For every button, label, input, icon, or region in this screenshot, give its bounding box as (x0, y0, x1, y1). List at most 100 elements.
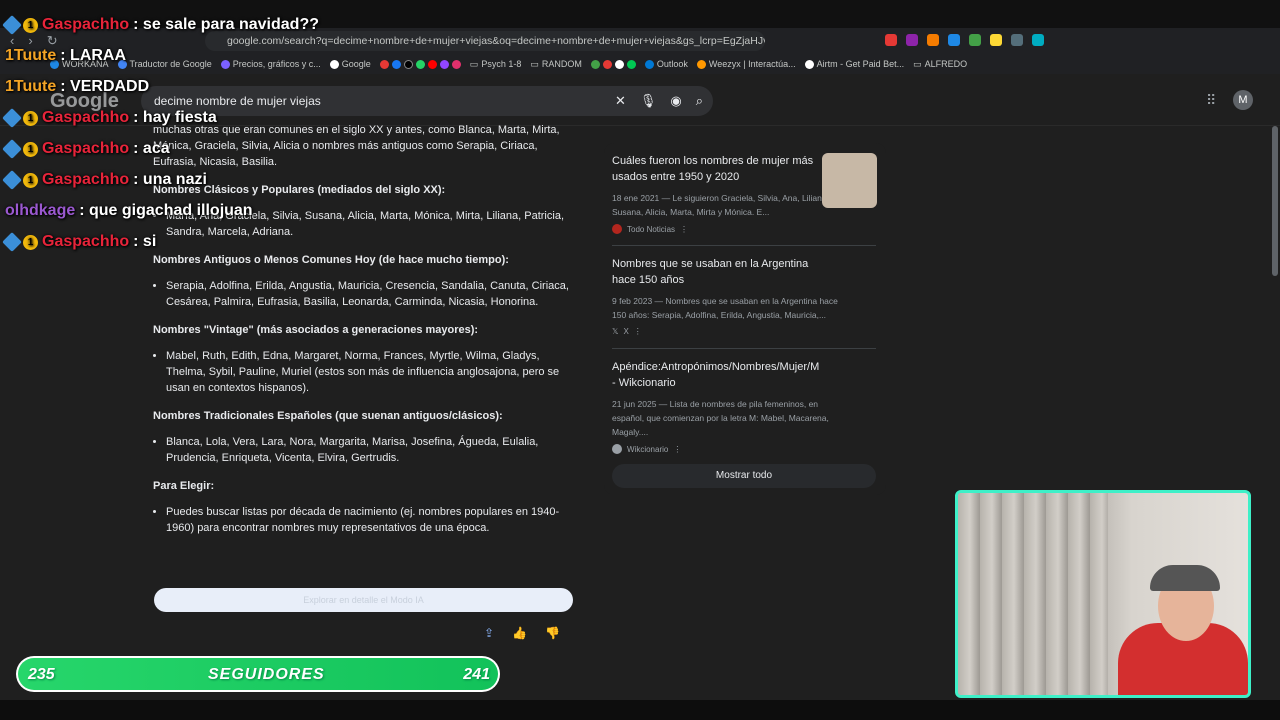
webcam-overlay (955, 490, 1251, 698)
chat-message: 1 Gaspachho: hay fiesta (2, 108, 217, 128)
extension-icon[interactable] (969, 34, 981, 46)
badge-icon (2, 232, 22, 252)
bookmark-item[interactable] (590, 59, 636, 69)
section-heading: Nombres Antiguos o Menos Comunes Hoy (de… (153, 254, 509, 266)
twitch-icon (439, 59, 449, 69)
source-card[interactable]: Nombres que se usaban en la Argentina ha… (612, 256, 876, 336)
facebook-icon (391, 59, 401, 69)
search-input[interactable]: decime nombre de mujer viejas ✕ 🎙 ◉ ⌕ (141, 86, 713, 116)
thumbs-up-icon[interactable]: 👍 (512, 626, 527, 640)
bookmark-item[interactable]: Outlook (644, 59, 688, 69)
search-actions: ✕ 🎙 ◉ ⌕ (615, 93, 703, 109)
airtm-icon (804, 59, 814, 69)
source-desc: 21 jun 2025 — Lista de nombres de pila f… (612, 399, 829, 437)
folder-icon: ▭ (913, 58, 922, 69)
badge-icon (2, 170, 22, 190)
followers-goal-fill: 235 SEGUIDORES 241 (18, 658, 498, 690)
bookmark-item[interactable]: Google (329, 59, 371, 69)
ai-intro: muchas otras que eran comunes en el sigl… (153, 124, 560, 168)
scrollbar[interactable] (1272, 126, 1278, 276)
more-icon[interactable]: ⋮ (634, 327, 642, 336)
extension-icon[interactable] (1011, 34, 1023, 46)
divider (612, 348, 876, 349)
url-field[interactable]: google.com/search?q=decime+nombre+de+muj… (205, 31, 765, 51)
bookmark-folder[interactable]: ▭ Psych 1-8 (470, 59, 522, 70)
folder-icon: ▭ (469, 58, 479, 69)
source-desc: 18 ene 2021 — Le siguieron Graciela, Sil… (612, 193, 829, 217)
source-card[interactable]: Cuáles fueron los nombres de mujer más u… (612, 153, 877, 234)
source-site: Wikcionario ⋮ (612, 444, 876, 454)
webcam-curtain (958, 493, 1108, 695)
chat-message: 1 Gaspachho: aca (2, 139, 170, 159)
search-query: decime nombre de mujer viejas (154, 94, 321, 108)
bookmark-folder[interactable]: ▭ ALFREDO (913, 59, 967, 70)
bookmark-icon (379, 59, 389, 69)
more-icon[interactable]: ⋮ (673, 445, 681, 454)
thumbs-down-icon[interactable]: 👎 (545, 626, 560, 640)
source-title[interactable]: Cuáles fueron los nombres de mujer más u… (612, 153, 817, 185)
extension-icon[interactable] (927, 34, 939, 46)
instagram-icon (451, 59, 461, 69)
bookmark-item[interactable]: Weezyx | Interactúa... (696, 59, 796, 69)
section-heading: Nombres Tradicionales Españoles (que sue… (153, 410, 503, 422)
followers-label: SEGUIDORES (208, 666, 325, 683)
avatar[interactable]: M (1233, 90, 1253, 110)
source-title[interactable]: Apéndice:Antropónimos/Nombres/Mujer/M - … (612, 359, 819, 391)
extension-icon[interactable] (948, 34, 960, 46)
bookmark-icon (602, 59, 612, 69)
more-icon[interactable]: ⋮ (680, 225, 688, 234)
divider (612, 245, 876, 246)
feedback-actions: ⇪ 👍 👎 (484, 626, 560, 640)
section-heading: Para Elegir: (153, 480, 215, 492)
lens-icon[interactable]: ◉ (670, 93, 681, 109)
list-item: Puedes buscar listas por década de nacim… (166, 504, 573, 536)
explore-ai-mode-button[interactable]: Explorar en detalle el Modo IA (154, 588, 573, 612)
list-item: Blanca, Lola, Vera, Lara, Nora, Margarit… (166, 434, 573, 466)
whatsapp-icon (415, 59, 425, 69)
list-item: Serapia, Adolfina, Erilda, Angustia, Mau… (166, 278, 573, 310)
bookmarks-bar: WORKANA Traductor de Google Precios, grá… (0, 54, 1280, 74)
show-all-button[interactable]: Mostrar todo (612, 464, 876, 488)
x-icon: 𝕏 (612, 327, 619, 336)
bookmark-item[interactable]: Airtm - Get Paid Bet... (804, 59, 904, 69)
chat-message: 1 Gaspachho: se sale para navidad?? (2, 15, 319, 35)
section-heading: Nombres Clásicos y Populares (mediados d… (153, 184, 446, 196)
bookmark-item[interactable]: Traductor de Google (117, 59, 212, 69)
mic-icon[interactable]: 🎙 (640, 93, 657, 109)
badge-icon: 1 (23, 110, 38, 126)
source-title[interactable]: Nombres que se usaban en la Argentina ha… (612, 256, 817, 288)
extension-icon[interactable] (906, 34, 918, 46)
badge-icon (2, 15, 22, 35)
followers-goal: 241 (463, 666, 490, 683)
site-icon (612, 224, 622, 234)
extension-icon[interactable] (990, 34, 1002, 46)
apps-grid-icon[interactable]: ⠿ (1206, 92, 1216, 109)
sources-panel: Cuáles fueron los nombres de mujer más u… (604, 143, 886, 495)
source-card[interactable]: Apéndice:Antropónimos/Nombres/Mujer/M - … (612, 359, 876, 454)
chat-message: olhdkage: que gigachad illojuan (5, 202, 253, 219)
followers-current: 235 (28, 666, 55, 683)
extension-icon[interactable] (885, 34, 897, 46)
badge-icon: 1 (23, 17, 38, 33)
extension-icon[interactable] (1032, 34, 1044, 46)
badge-icon: 1 (23, 234, 38, 250)
chat-message: 1Tuute: VERDADD (5, 78, 150, 95)
extensions-bar (885, 34, 1044, 46)
outlook-icon (644, 59, 654, 69)
folder-icon: ▭ (530, 58, 539, 69)
bookmark-icon (696, 59, 706, 69)
webcam-person-headset (1150, 565, 1220, 591)
bookmark-item[interactable] (379, 59, 461, 69)
taskbar-strip (0, 700, 1280, 720)
source-site: 𝕏 X ⋮ (612, 327, 642, 336)
clear-icon[interactable]: ✕ (615, 93, 626, 109)
badge-icon (2, 108, 22, 128)
bookmark-folder[interactable]: ▭ RANDOM (530, 59, 582, 70)
chat-message: 1Tuute: LARAA (5, 47, 127, 64)
section-heading: Nombres "Vintage" (más asociados a gener… (153, 324, 479, 336)
share-icon[interactable]: ⇪ (484, 626, 494, 640)
source-site: Todo Noticias ⋮ (612, 224, 876, 234)
followers-goal-bar: 235 SEGUIDORES 241 (16, 656, 500, 692)
search-icon[interactable]: ⌕ (696, 93, 703, 109)
bookmark-item[interactable]: Precios, gráficos y c... (220, 59, 321, 69)
